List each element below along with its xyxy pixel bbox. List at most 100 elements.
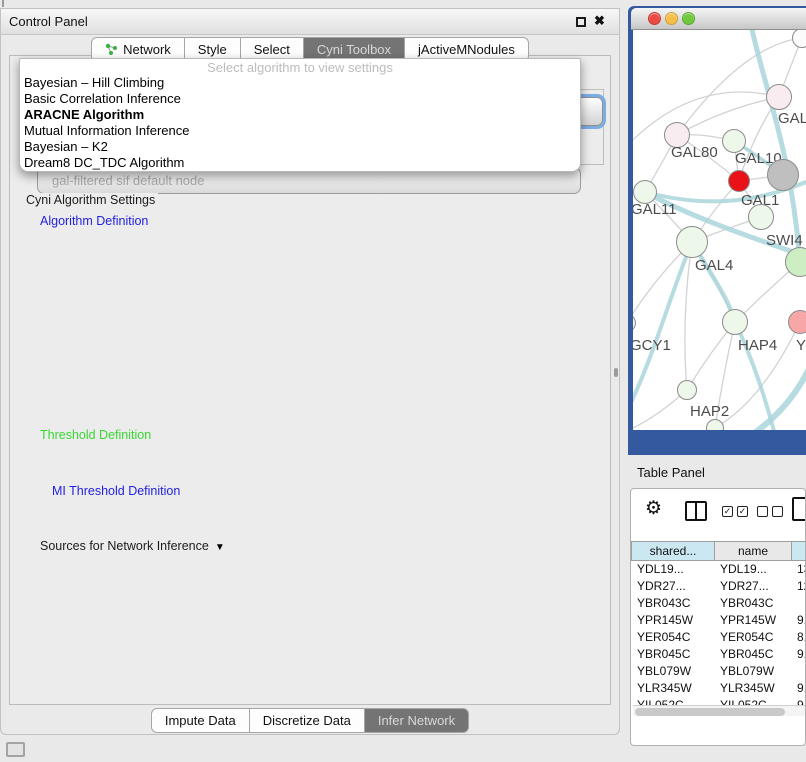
table-panel-title: Table Panel [637, 465, 705, 480]
network-node[interactable] [728, 170, 750, 192]
table-cell: 9. [797, 612, 806, 629]
network-view-window: GALGAL80GAL10GAL1GAL11SWI4GAL4GCY1HAP4YH… [628, 6, 806, 455]
network-graph-icon [105, 43, 118, 56]
table-cell: YDL19... [720, 561, 792, 578]
algorithm-item[interactable]: ARACNE Algorithm [20, 107, 580, 123]
table-row[interactable]: YER054C YER054C 8. [631, 629, 806, 646]
table-row[interactable]: YBR045C YBR045C 9. [631, 646, 806, 663]
network-node[interactable] [676, 226, 708, 258]
network-node[interactable] [722, 309, 748, 335]
network-node-label: GAL [778, 110, 806, 127]
algorithm-list: Bayesian – Hill ClimbingBasic Correlatio… [20, 75, 580, 171]
tab-discretize-data[interactable]: Discretize Data [250, 708, 365, 733]
scrollbar-thumb[interactable] [635, 708, 785, 716]
network-node-label: GAL80 [671, 144, 718, 161]
table-cell: 9. [797, 646, 806, 663]
splitter-tick-top [2, 0, 4, 7]
bottom-tab-bar: Impute Data Discretize Data Infer Networ… [1, 708, 619, 733]
network-node-label: GCY1 [633, 337, 671, 354]
table-cell: YER054C [720, 629, 792, 646]
tab-label: Cyni Toolbox [317, 42, 391, 57]
network-node[interactable] [748, 204, 774, 230]
table-cell: YBR045C [720, 646, 792, 663]
table-cell: YLR345W [720, 680, 792, 697]
settings-group-title: Cyni Algorithm Settings [23, 193, 158, 207]
tab-label: jActiveMNodules [418, 42, 515, 57]
network-node[interactable] [706, 419, 724, 430]
network-node[interactable] [767, 159, 799, 191]
control-panel-titlebar: Control Panel [1, 9, 619, 35]
algorithm-item[interactable]: Dream8 DC_TDC Algorithm [20, 155, 580, 171]
close-icon[interactable] [594, 13, 605, 29]
table-row[interactable]: YLR345W YLR345W 9. [631, 680, 806, 697]
table-cell: 8. [797, 629, 806, 646]
network-node[interactable] [788, 310, 806, 334]
tab-label: Impute Data [165, 713, 236, 728]
table-row[interactable]: YDL19... YDL19... 13 [631, 561, 806, 578]
control-panel-title: Control Panel [9, 14, 88, 29]
tab-label: Discretize Data [263, 713, 351, 728]
float-window-icon[interactable] [576, 17, 586, 27]
screen: Control Panel Network Style Select [0, 0, 806, 762]
split-columns-icon[interactable] [685, 501, 707, 521]
table-row[interactable]: YBL079W YBL079W [631, 663, 806, 680]
table-cell: YIL052C [637, 697, 715, 705]
column-header[interactable]: shared... [631, 541, 715, 561]
control-panel: Control Panel Network Style Select [0, 8, 620, 735]
table-cell: 12 [797, 578, 806, 595]
minimized-panel-icon[interactable] [6, 742, 25, 757]
tab-label: Network [123, 42, 171, 57]
table-cell: YBL079W [637, 663, 715, 680]
table-rows: YDL19...YDL19...13YDR27...YDR27...12YBR0… [631, 561, 806, 705]
minimize-light[interactable] [665, 12, 678, 25]
network-node-label: HAP2 [690, 403, 729, 420]
column-header[interactable] [792, 541, 806, 561]
table-cell: YPR145W [637, 612, 715, 629]
panel-splitter-handle[interactable] [614, 368, 618, 377]
tab-label: Select [254, 42, 290, 57]
table-cell: YBR043C [637, 595, 715, 612]
tab-label: Style [198, 42, 227, 57]
algorithm-item[interactable]: Bayesian – Hill Climbing [20, 75, 580, 91]
table-card: shared...name YDL19... YDL19... 13 YDR27...… [630, 488, 806, 746]
network-canvas[interactable]: GALGAL80GAL10GAL1GAL11SWI4GAL4GCY1HAP4YH… [633, 30, 806, 430]
checked-boxes-icon[interactable] [722, 506, 748, 517]
tab-impute-data[interactable]: Impute Data [151, 708, 250, 733]
sources-group-title[interactable]: Sources for Network Inference [37, 539, 228, 553]
algorithm-item[interactable]: Basic Correlation Inference [20, 91, 580, 107]
collapse-down-icon[interactable] [215, 539, 225, 553]
zoom-light[interactable] [682, 12, 695, 25]
table-cell: 9. [797, 680, 806, 697]
network-node[interactable] [766, 84, 792, 110]
table-cell: YER054C [637, 629, 715, 646]
network-node-label: GAL11 [633, 201, 677, 218]
table-cell: YDL19... [637, 561, 715, 578]
table-cell: YDR27... [637, 578, 715, 595]
threshold-definition-title: Threshold Definition [37, 428, 154, 442]
page-icon[interactable] [792, 497, 806, 521]
network-window-titlebar[interactable] [631, 8, 806, 30]
table-row[interactable]: YPR145W YPR145W 9. [631, 612, 806, 629]
table-cell: YBR045C [637, 646, 715, 663]
column-header[interactable]: name [715, 541, 792, 561]
table-cell: YBL079W [720, 663, 792, 680]
algorithm-definition-title: Algorithm Definition [37, 214, 151, 228]
table-cell: 9 [797, 697, 806, 705]
algorithm-item[interactable]: Bayesian – K2 [20, 139, 580, 155]
table-cell: YLR345W [637, 680, 715, 697]
algorithm-item[interactable]: Mutual Information Inference [20, 123, 580, 139]
algorithm-dropdown-popup: Select algorithm to view settings Bayesi… [19, 58, 581, 172]
network-node[interactable] [677, 380, 697, 400]
table-row[interactable]: YIL052CYIL052C9 [631, 697, 806, 705]
table-cell: YPR145W [720, 612, 792, 629]
tab-infer-network[interactable]: Infer Network [365, 708, 469, 733]
gear-icon[interactable] [645, 497, 662, 520]
table-cell: 13 [797, 561, 806, 578]
network-node-label: GAL4 [695, 257, 733, 274]
table-horizontal-scrollbar[interactable] [633, 705, 805, 716]
table-row[interactable]: YDR27...YDR27...12 [631, 578, 806, 595]
table-row[interactable]: YBR043CYBR043C [631, 595, 806, 612]
close-light[interactable] [648, 12, 661, 25]
unchecked-boxes-icon[interactable] [757, 506, 783, 517]
network-node-label: Y [796, 337, 806, 354]
